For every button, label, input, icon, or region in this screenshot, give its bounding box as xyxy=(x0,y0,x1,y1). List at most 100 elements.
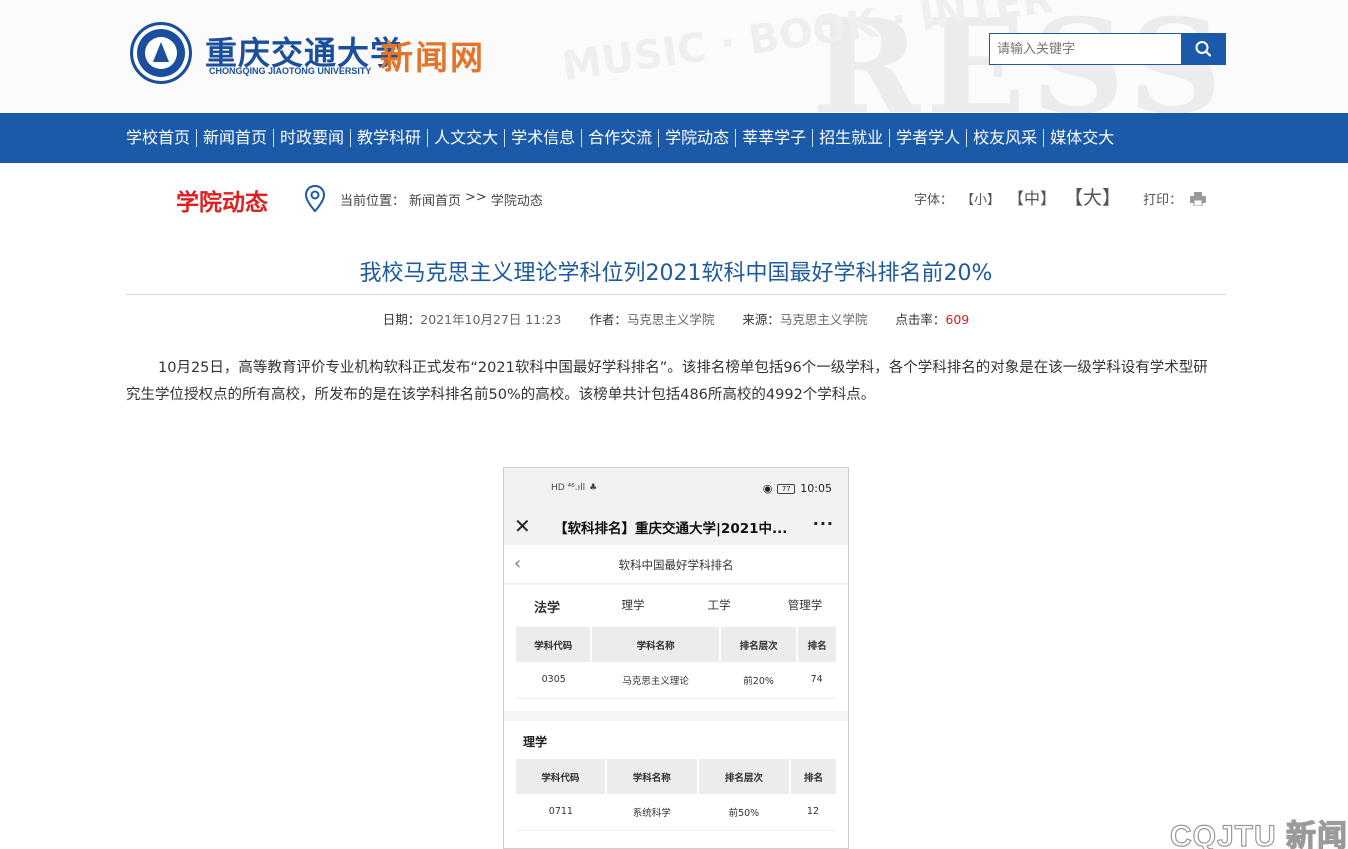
ranking-card-law: 法学 理学 工学 管理学 学科代码 学科名称 排名层次 排名 0305 马克思主… xyxy=(504,585,848,711)
publish-date: 2021年10月27日 11:23 xyxy=(420,312,562,327)
ranking-table-science: 学科代码 学科名称 排名层次 排名 0711 系统科学 前50% 12 xyxy=(516,759,836,831)
status-left: HD ⁴⁶.ıll ♣ xyxy=(551,483,597,493)
signal-icon: HD ⁴⁶.ıll xyxy=(551,483,586,493)
font-size-label: 字体： xyxy=(914,193,954,208)
title-divider xyxy=(126,294,1226,295)
nav-item[interactable]: 莘莘学子 xyxy=(736,128,812,148)
nav-item[interactable]: 学院动态 xyxy=(659,128,735,148)
hits-label: 点击率： xyxy=(895,312,946,327)
nav-separator xyxy=(350,129,352,147)
search-input[interactable] xyxy=(989,33,1182,65)
close-icon: ✕ xyxy=(514,514,531,538)
source: 马克思主义学院 xyxy=(779,312,868,327)
cell-level: 前20% xyxy=(719,662,798,699)
search-icon xyxy=(1195,41,1212,57)
eye-icon: ◉ xyxy=(762,482,773,495)
category-tabs: 法学 理学 工学 管理学 xyxy=(504,597,848,616)
cell-code: 0711 xyxy=(516,794,606,831)
col-name: 学科名称 xyxy=(605,759,699,794)
breadcrumb-college-news[interactable]: 学院动态 xyxy=(491,190,543,209)
nav-separator xyxy=(966,129,968,147)
battery-icon: 77 xyxy=(777,483,796,494)
cell-level: 前50% xyxy=(697,794,790,831)
col-rank: 排名 xyxy=(789,759,836,794)
location-pin-icon xyxy=(304,184,326,213)
nav-item[interactable]: 新闻首页 xyxy=(197,128,273,148)
author-label: 作者： xyxy=(589,312,627,327)
nav-item[interactable]: 合作交流 xyxy=(582,128,658,148)
breadcrumb: 当前位置： 新闻首页 >> 学院动态 xyxy=(340,190,543,209)
wechat-title-bar: ✕ 【软科排名】重庆交通大学|2021中... ··· xyxy=(504,508,848,545)
nav-separator xyxy=(658,129,660,147)
tab-science: 理学 xyxy=(621,598,645,612)
col-code: 学科代码 xyxy=(516,759,607,794)
breadcrumb-news-home[interactable]: 新闻首页 xyxy=(409,190,461,209)
table-row: 0305 马克思主义理论 前20% 74 xyxy=(516,662,836,699)
col-level: 排名层次 xyxy=(697,759,791,794)
nav-item[interactable]: 教学科研 xyxy=(351,128,427,148)
col-level: 排名层次 xyxy=(719,627,799,662)
nav-separator xyxy=(504,129,506,147)
ranking-page-title: 软科中国最好学科排名 xyxy=(618,558,734,572)
nav-separator xyxy=(581,129,583,147)
ranking-page-header: ‹ 软科中国最好学科排名 xyxy=(504,545,848,584)
ranking-table-law: 学科代码 学科名称 排名层次 排名 0305 马克思主义理论 前20% 74 xyxy=(516,627,836,699)
ranking-card-science: 理学 学科代码 学科名称 排名层次 排名 0711 系统科学 前50% 12 xyxy=(504,721,848,848)
nav-separator xyxy=(889,129,891,147)
font-small-button[interactable]: 【小】 xyxy=(961,189,1000,208)
breadcrumb-location-label: 当前位置： xyxy=(340,194,406,209)
section-title: 学院动态 xyxy=(176,190,268,216)
nav-separator xyxy=(427,129,429,147)
nav-item[interactable]: 招生就业 xyxy=(813,128,889,148)
nav-item[interactable]: 学术信息 xyxy=(505,128,581,148)
nav-separator xyxy=(273,129,275,147)
printer-icon[interactable] xyxy=(1190,192,1207,206)
font-size-controls: 字体： 【小】 【中】 【大】 打印： xyxy=(914,183,1207,210)
nav-separator xyxy=(196,129,198,147)
article-paragraph: 10月25日，高等教育评价专业机构软科正式发布“2021软科中国最好学科排名”。… xyxy=(126,360,1208,403)
phone-status-bar: HD ⁴⁶.ıll ♣ ◉ 77 10:05 xyxy=(504,468,848,508)
university-english-name: CHONGQING JIAOTONG UNIVERSITY xyxy=(209,66,372,76)
tab-engineering: 工学 xyxy=(707,598,731,612)
science-section-title: 理学 xyxy=(523,735,548,749)
hit-count: 609 xyxy=(945,312,970,327)
cell-rank: 12 xyxy=(789,794,836,831)
cell-code: 0305 xyxy=(516,662,592,699)
more-icon: ··· xyxy=(812,514,834,533)
main-nav: 学校首页 新闻首页 时政要闻 教学科研 人文交大 学术信息 合作交流 学院动态 莘莘学子 招生就业… xyxy=(0,113,1348,163)
tab-management: 管理学 xyxy=(787,598,823,612)
notification-icon: ♣ xyxy=(589,483,598,493)
search-button[interactable] xyxy=(1181,33,1226,65)
font-large-button[interactable]: 【大】 xyxy=(1064,183,1121,210)
article-title: 我校马克思主义理论学科位列2021软科中国最好学科排名前20% xyxy=(359,261,993,286)
nav-item[interactable]: 校友风采 xyxy=(967,128,1043,148)
article-image-phone-screenshot: HD ⁴⁶.ıll ♣ ◉ 77 10:05 ✕ 【软科排名】重庆交通大学|20… xyxy=(503,467,849,849)
print-label: 打印： xyxy=(1143,193,1183,208)
nav-separator xyxy=(1043,129,1045,147)
nav-item[interactable]: 媒体交大 xyxy=(1044,128,1120,148)
cell-name: 系统科学 xyxy=(605,794,698,831)
status-time: 10:05 xyxy=(800,482,832,495)
table-header-row: 学科代码 学科名称 排名层次 排名 xyxy=(516,627,836,662)
nav-list: 学校首页 新闻首页 时政要闻 教学科研 人文交大 学术信息 合作交流 学院动态 莘莘学子 招生就业… xyxy=(120,113,1120,163)
seal-emblem-icon xyxy=(153,42,169,62)
wechat-article-title: 【软科排名】重庆交通大学|2021中... xyxy=(554,521,788,537)
university-seal-logo[interactable] xyxy=(130,22,192,84)
article-meta: 日期：2021年10月27日 11:23 作者：马克思主义学院 来源：马克思主义… xyxy=(126,309,1226,328)
author: 马克思主义学院 xyxy=(626,312,715,327)
nav-item[interactable]: 学校首页 xyxy=(120,128,196,148)
breadcrumb-separator: >> xyxy=(465,190,487,205)
cqjtu-news-watermark: CQJTU 新闻 xyxy=(1169,819,1348,849)
source-label: 来源： xyxy=(742,312,780,327)
table-header-row: 学科代码 学科名称 排名层次 排名 xyxy=(516,759,836,794)
nav-separator xyxy=(735,129,737,147)
status-right: ◉ 77 10:05 xyxy=(763,482,832,495)
col-code: 学科代码 xyxy=(516,627,593,662)
font-medium-button[interactable]: 【中】 xyxy=(1008,185,1056,209)
nav-item[interactable]: 人文交大 xyxy=(428,128,504,148)
nav-item[interactable]: 学者学人 xyxy=(890,128,966,148)
col-name: 学科名称 xyxy=(591,627,721,662)
site-header: RESS MUSIC · BOOK · INTER 重庆交通大学 CHONGQI… xyxy=(0,0,1348,113)
nav-item[interactable]: 时政要闻 xyxy=(274,128,350,148)
site-name-logo[interactable]: 新闻网 xyxy=(380,31,485,79)
